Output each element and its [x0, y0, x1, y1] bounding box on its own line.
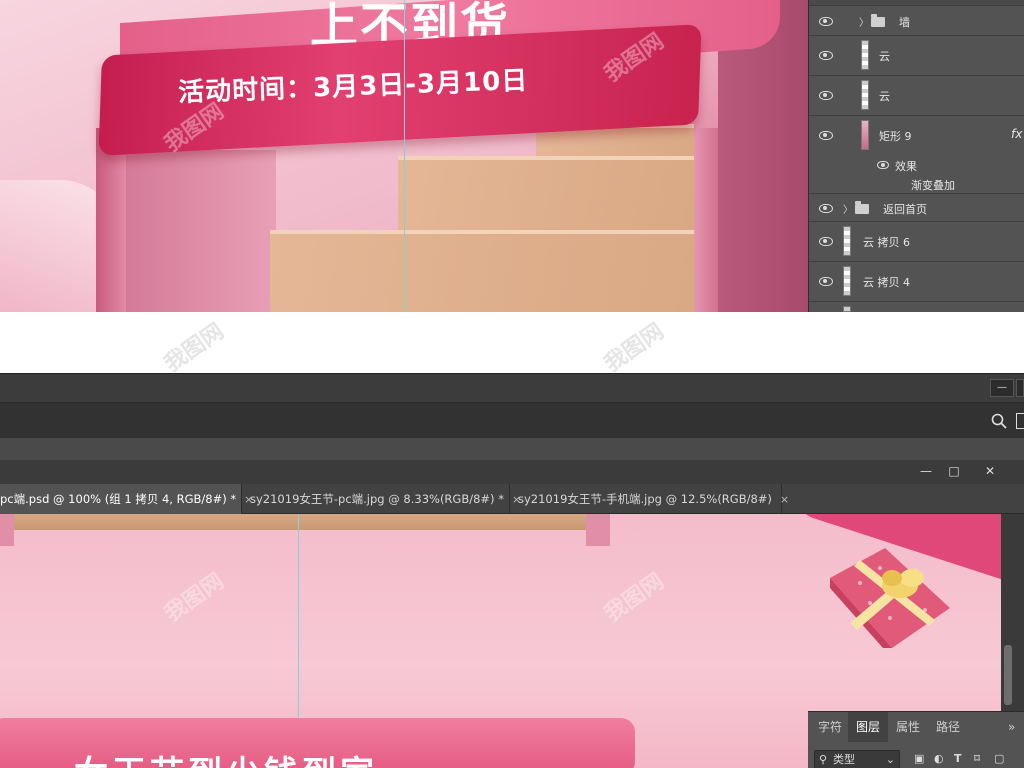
search-icon: ⚲	[819, 753, 828, 766]
minimize-button[interactable]: —	[990, 379, 1014, 397]
layer-row[interactable]: 云	[809, 36, 1024, 76]
tab-label: sy21019女王节-pc端.jpg @ 8.33%(RGB/8#) *	[250, 492, 504, 506]
stair-beam	[0, 514, 610, 530]
guide-line[interactable]	[404, 0, 405, 312]
layer-name: 云	[879, 50, 890, 63]
doc-maximize-button[interactable]: □	[941, 462, 967, 480]
tab-label: sy21019女王节-手机端.jpg @ 12.5%(RGB/8#)	[518, 492, 772, 506]
layer-row-rect9[interactable]: 矩形 9 fx	[809, 116, 1024, 156]
folder-icon	[871, 14, 885, 27]
layer-row[interactable]: 云 拷贝 4	[809, 262, 1024, 302]
layer-name: 云 拷贝 4	[863, 276, 910, 289]
text-filter-icon[interactable]: T	[954, 752, 962, 765]
tab-pc-psd[interactable]: pc端.psd @ 100% (组 1 拷贝 4, RGB/8#) * ×	[0, 484, 253, 514]
tab-mobile-jpg[interactable]: sy21019女王节-手机端.jpg @ 12.5%(RGB/8#) ×	[510, 484, 789, 514]
panel-menu-icon[interactable]: »	[1004, 712, 1019, 742]
watermark: 我图网	[160, 318, 229, 378]
adjustment-filter-icon[interactable]: ◐	[934, 752, 944, 765]
effects-row[interactable]: 效果	[809, 156, 1024, 174]
layers-panel: 〉 墙 云 云 矩形 9 fx 效果 渐变叠加 〉 返回首页 云 拷贝 6 云 …	[808, 0, 1024, 312]
gift-box-image	[830, 548, 950, 648]
layer-row[interactable]: 云 拷贝 6	[809, 222, 1024, 262]
layers-mini-panel: 字符 图层 属性 路径 » ⚲ 类型 ⌄ ▣ ◐ T ⌑ ▢	[808, 711, 1024, 768]
doc-minimize-button[interactable]: —	[913, 462, 939, 480]
tab-paths[interactable]: 路径	[928, 712, 968, 742]
tab-pc-jpg[interactable]: sy21019女王节-pc端.jpg @ 8.33%(RGB/8#) * ×	[242, 484, 521, 514]
tab-properties[interactable]: 属性	[888, 712, 928, 742]
chevron-down-icon: ⌄	[885, 753, 895, 766]
stair-step	[536, 128, 694, 158]
stair-step	[398, 160, 694, 230]
layer-row[interactable]: 云	[809, 76, 1024, 116]
image-filter-icon[interactable]: ▣	[914, 752, 924, 765]
window-button-partial[interactable]	[1016, 379, 1024, 397]
eye-icon[interactable]	[877, 161, 889, 169]
chevron-right-icon[interactable]: 〉	[843, 201, 853, 216]
layer-row-wall-folder[interactable]: 〉 墙	[809, 6, 1024, 36]
layer-name: 墙	[899, 16, 910, 29]
toolbar-strip	[0, 438, 1024, 460]
tab-label: pc端.psd @ 100% (组 1 拷贝 4, RGB/8#) *	[0, 492, 237, 506]
layer-name: 云	[879, 90, 890, 103]
effect-gradient-overlay-row[interactable]: 渐变叠加	[809, 174, 1024, 194]
close-icon[interactable]: ×	[780, 493, 789, 506]
eye-icon[interactable]	[819, 204, 833, 213]
layer-thumbnail	[861, 120, 869, 150]
scrollbar-thumb[interactable]	[1004, 645, 1012, 705]
kind-filter-select[interactable]: ⚲ 类型 ⌄	[814, 750, 900, 768]
tab-character[interactable]: 字符	[810, 712, 850, 742]
layer-name: 矩形 9	[879, 130, 912, 143]
folder-icon	[855, 201, 869, 214]
top-poster-canvas[interactable]: 上不到货 活动时间：3月3日-3月10日	[0, 0, 808, 312]
layer-name: 返回首页	[883, 203, 927, 216]
wall-right	[692, 128, 718, 312]
app-title-bar: —	[0, 373, 1024, 402]
watermark: 我图网	[600, 318, 669, 378]
layer-name: 云 拷贝 6	[863, 236, 910, 249]
search-icon[interactable]	[991, 413, 1007, 429]
banner-text: 女王节到少钱到家	[74, 746, 378, 768]
shape-filter-icon[interactable]: ⌑	[974, 752, 980, 765]
layer-row-home-folder[interactable]: 〉 返回首页	[809, 194, 1024, 222]
wall-post	[0, 514, 14, 546]
layer-thumbnail	[843, 226, 851, 256]
chevron-right-icon[interactable]: 〉	[859, 14, 869, 29]
layer-thumbnail	[843, 306, 851, 312]
wall-left	[96, 128, 126, 312]
fx-icon[interactable]: fx	[1011, 127, 1022, 141]
layer-row-partial	[809, 302, 1024, 312]
document-window-header	[0, 460, 1024, 484]
stair-step	[270, 234, 694, 312]
eye-icon[interactable]	[819, 91, 833, 100]
workspace-icon[interactable]	[1016, 413, 1024, 429]
smart-object-filter-icon[interactable]: ▢	[994, 752, 1004, 765]
kind-filter-label: 类型	[833, 753, 855, 766]
wall-inner	[126, 150, 276, 312]
document-tabs: pc端.psd @ 100% (组 1 拷贝 4, RGB/8#) * × sy…	[0, 484, 1024, 514]
options-bar	[0, 402, 1024, 438]
eye-icon[interactable]	[819, 277, 833, 286]
eye-icon[interactable]	[819, 237, 833, 246]
effect-name: 渐变叠加	[911, 179, 955, 192]
eye-icon[interactable]	[819, 51, 833, 60]
doc-close-button[interactable]: ✕	[977, 462, 1003, 480]
eye-icon[interactable]	[819, 131, 833, 140]
eye-icon[interactable]	[819, 17, 833, 26]
effects-label: 效果	[895, 160, 917, 173]
layer-thumbnail	[843, 266, 851, 296]
tab-layers[interactable]: 图层	[848, 712, 889, 742]
wall-post	[586, 514, 610, 546]
layer-thumbnail	[861, 40, 869, 70]
layer-thumbnail	[861, 80, 869, 110]
